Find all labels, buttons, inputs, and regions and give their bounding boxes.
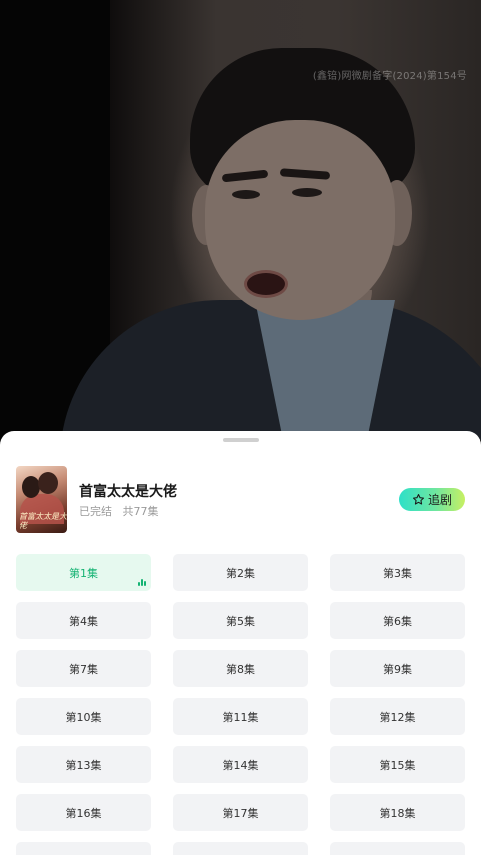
poster-art: [22, 476, 40, 498]
episode-chip[interactable]: 第5集: [173, 602, 308, 639]
episode-label: 第1集: [69, 566, 98, 580]
episode-chip[interactable]: 第11集: [173, 698, 308, 735]
episode-chip[interactable]: 第2集: [173, 554, 308, 591]
sheet-drag-handle[interactable]: [223, 438, 259, 442]
episode-chip[interactable]: [173, 842, 308, 855]
episode-chip[interactable]: 第1集: [16, 554, 151, 591]
episode-chip[interactable]: 第13集: [16, 746, 151, 783]
video-frame-eye: [292, 188, 322, 197]
episode-chip[interactable]: 第10集: [16, 698, 151, 735]
episode-sheet: 首富太太是大佬 首富太太是大佬 已完结 共77集 追剧 第1集 第2集 第3集第4集…: [0, 431, 481, 855]
episode-label: 第2集: [226, 566, 255, 580]
episode-label: 第9集: [383, 662, 412, 676]
episode-label: 第5集: [226, 614, 255, 628]
license-watermark: (鑫锫)网微剧备字(2024)第154号: [312, 71, 467, 82]
episode-chip[interactable]: 第16集: [16, 794, 151, 831]
episode-grid: 第1集 第2集 第3集第4集 第5集 第6集第7集 第8集 第9集第10集 第11集 第12集第…: [16, 554, 465, 855]
episode-label: 第6集: [383, 614, 412, 628]
episode-chip[interactable]: [16, 842, 151, 855]
episode-chip[interactable]: 第14集: [173, 746, 308, 783]
episode-label: 第14集: [222, 758, 259, 772]
video-frame-face: [205, 120, 395, 320]
episode-chip[interactable]: 第12集: [330, 698, 465, 735]
episode-label: 第3集: [383, 566, 412, 580]
poster-art: [38, 472, 58, 494]
episode-chip[interactable]: 第3集: [330, 554, 465, 591]
playing-bars-icon: [138, 579, 146, 586]
drama-meta: 已完结 共77集: [79, 503, 159, 519]
episode-chip[interactable]: 第18集: [330, 794, 465, 831]
poster-title-art: 首富太太是大佬: [19, 512, 67, 530]
episode-chip[interactable]: 第15集: [330, 746, 465, 783]
episode-label: 第8集: [226, 662, 255, 676]
episode-label: 第15集: [379, 758, 416, 772]
episode-chip[interactable]: 第7集: [16, 650, 151, 687]
episode-chip[interactable]: 第8集: [173, 650, 308, 687]
episode-count: 共77集: [122, 505, 159, 518]
drama-status: 已完结: [79, 505, 112, 518]
video-frame-mouth: [244, 270, 288, 298]
episode-chip[interactable]: 第17集: [173, 794, 308, 831]
drama-poster[interactable]: 首富太太是大佬: [16, 466, 67, 533]
episode-chip[interactable]: 第6集: [330, 602, 465, 639]
episode-label: 第12集: [379, 710, 416, 724]
episode-label: 第7集: [69, 662, 98, 676]
episode-label: 第18集: [379, 806, 416, 820]
drama-header: 首富太太是大佬 首富太太是大佬 已完结 共77集 追剧: [16, 466, 465, 533]
star-outline-icon: [412, 493, 425, 505]
follow-button[interactable]: 追剧: [399, 488, 465, 511]
follow-button-label: 追剧: [427, 493, 452, 507]
video-frame-eye: [232, 190, 260, 199]
drama-title: 首富太太是大佬: [79, 484, 177, 500]
episode-label: 第10集: [65, 710, 102, 724]
episode-label: 第11集: [222, 710, 259, 724]
episode-label: 第17集: [222, 806, 259, 820]
episode-label: 第4集: [69, 614, 98, 628]
video-player[interactable]: (鑫锫)网微剧备字(2024)第154号: [0, 0, 481, 440]
episode-label: 第13集: [65, 758, 102, 772]
episode-label: 第16集: [65, 806, 102, 820]
episode-chip[interactable]: [330, 842, 465, 855]
episode-chip[interactable]: 第9集: [330, 650, 465, 687]
episode-chip[interactable]: 第4集: [16, 602, 151, 639]
